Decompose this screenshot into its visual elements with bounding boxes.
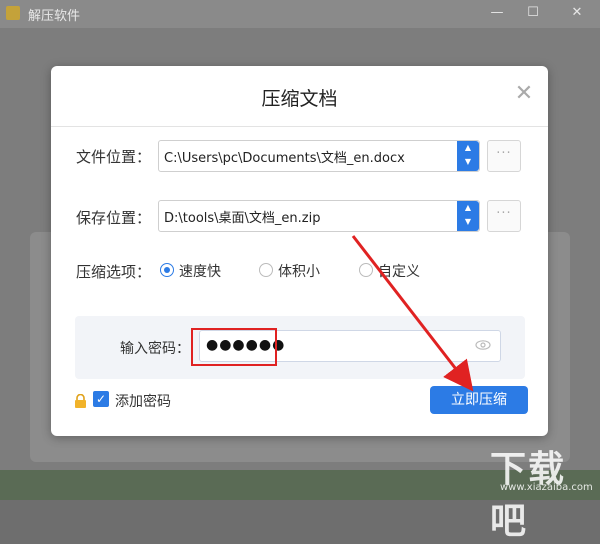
- file-location-value: C:\Users\pc\Documents\文档_en.docx: [164, 151, 405, 166]
- annotation-highlight-box: [191, 328, 277, 366]
- maximize-button[interactable]: ☐: [522, 3, 544, 23]
- radio-unchecked-icon: [259, 263, 273, 277]
- add-password-label: 添加密码: [115, 394, 171, 410]
- password-panel: 输入密码： ●●●●●●: [75, 316, 525, 379]
- compress-dialog: 压缩文档 ✕ 文件位置： C:\Users\pc\Documents\文档_en…: [51, 66, 548, 436]
- save-location-select[interactable]: D:\tools\桌面\文档_en.zip ▲ ▼: [158, 200, 480, 232]
- dialog-close-icon[interactable]: ✕: [513, 83, 535, 105]
- file-browse-button[interactable]: ···: [487, 140, 521, 172]
- save-browse-button[interactable]: ···: [487, 200, 521, 232]
- title-bar: 解压软件 — ☐ ✕: [0, 0, 600, 28]
- file-location-label: 文件位置：: [76, 148, 152, 166]
- save-location-spinner-icon[interactable]: ▲ ▼: [457, 201, 479, 231]
- compress-now-button[interactable]: 立即压缩: [430, 386, 528, 414]
- file-location-spinner-icon[interactable]: ▲ ▼: [457, 141, 479, 171]
- radio-checked-icon: [160, 263, 174, 277]
- file-location-select[interactable]: C:\Users\pc\Documents\文档_en.docx ▲ ▼: [158, 140, 480, 172]
- dialog-title: 压缩文档: [261, 88, 338, 110]
- watermark-url: www.xiazaiba.com: [500, 482, 593, 493]
- save-location-value: D:\tools\桌面\文档_en.zip: [164, 211, 321, 226]
- radio-unchecked-icon: [359, 263, 373, 277]
- app-logo-icon: [6, 6, 20, 20]
- window-close-button[interactable]: ✕: [566, 3, 588, 23]
- radio-speed-label: 速度快: [179, 264, 221, 280]
- app-title: 解压软件: [28, 9, 81, 24]
- add-password-checkbox[interactable]: ✓: [93, 391, 109, 407]
- dialog-divider: [51, 126, 548, 127]
- compress-options-label: 压缩选项：: [76, 263, 152, 281]
- save-location-label: 保存位置：: [76, 209, 152, 227]
- radio-custom-label: 自定义: [378, 264, 420, 280]
- eye-icon[interactable]: [475, 337, 491, 353]
- minimize-button[interactable]: —: [486, 3, 508, 23]
- lock-icon: [74, 393, 87, 408]
- radio-size-label: 体积小: [278, 264, 320, 280]
- password-label: 输入密码：: [120, 341, 190, 357]
